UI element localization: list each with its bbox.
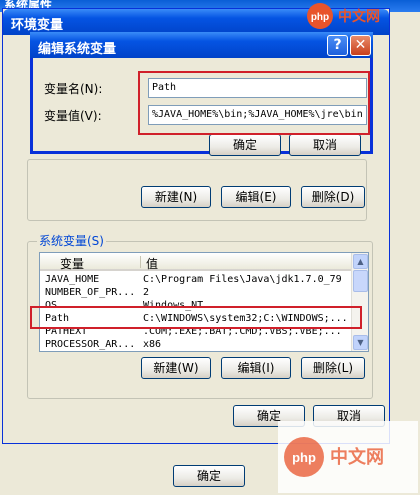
column-header-variable[interactable]: 变量	[60, 255, 84, 272]
var-name: PATHEXT	[45, 326, 88, 337]
variable-value-label: 变量值(V):	[44, 109, 102, 123]
help-icon[interactable]: ?	[327, 35, 348, 56]
svg-text:中文网: 中文网	[330, 446, 384, 468]
system-edit-button[interactable]: 编辑(I)	[221, 357, 291, 379]
system-variables-list[interactable]: 变量 值 JAVA_HOME C:\Program Files\Java\jdk…	[39, 252, 369, 352]
php-watermark-logo-large: php 中文网	[278, 421, 418, 493]
table-row[interactable]: OS Windows_NT	[40, 300, 351, 311]
var-value: C:\Program Files\Java\jdk1.7.0_79	[143, 274, 342, 285]
edit-cancel-button[interactable]: 取消	[289, 134, 361, 156]
user-new-button[interactable]: 新建(N)	[141, 186, 211, 208]
column-header-value[interactable]: 值	[146, 255, 158, 272]
user-delete-button[interactable]: 删除(D)	[301, 186, 365, 208]
table-row[interactable]: PROCESSOR_AR... x86	[40, 339, 351, 350]
var-name: PROCESSOR_AR...	[45, 339, 136, 350]
edit-dialog-titlebar: 编辑系统变量 ? ✕	[30, 32, 373, 58]
table-row[interactable]: JAVA_HOME C:\Program Files\Java\jdk1.7.0…	[40, 274, 351, 285]
table-row[interactable]: NUMBER_OF_PR... 2	[40, 287, 351, 298]
variable-name-input[interactable]: Path	[148, 78, 367, 98]
vertical-scrollbar[interactable]: ▲ ▼	[351, 253, 368, 351]
edit-ok-button[interactable]: 确定	[209, 134, 281, 156]
var-value: .COM;.EXE;.BAT;.CMD;.VBS;.VBE;...	[143, 326, 342, 337]
edit-system-variable-dialog: 编辑系统变量 ? ✕ 变量名(N): Path 变量值(V): %JAVA_HO…	[30, 32, 373, 156]
system-delete-button[interactable]: 删除(L)	[301, 357, 365, 379]
svg-text:php: php	[311, 12, 329, 23]
var-name: OS	[45, 300, 58, 311]
var-value: 2	[143, 287, 150, 298]
var-value: x86	[143, 339, 162, 350]
variable-name-label: 变量名(N):	[44, 82, 103, 96]
var-name: NUMBER_OF_PR...	[45, 287, 136, 298]
variable-value-input[interactable]: %JAVA_HOME%\bin;%JAVA_HOME%\jre\bin	[148, 105, 367, 125]
table-row[interactable]: PATHEXT .COM;.EXE;.BAT;.CMD;.VBS;.VBE;..…	[40, 326, 351, 337]
system-variables-group-label: 系统变量(S)	[37, 232, 106, 249]
var-name: JAVA_HOME	[45, 274, 100, 285]
scroll-up-icon[interactable]: ▲	[353, 254, 368, 269]
system-new-button[interactable]: 新建(W)	[141, 357, 211, 379]
user-edit-button[interactable]: 编辑(E)	[221, 186, 291, 208]
scroll-thumb[interactable]	[353, 270, 368, 292]
var-value: Windows_NT	[143, 300, 204, 311]
var-name: Path	[45, 313, 70, 324]
svg-text:中文网: 中文网	[338, 8, 380, 25]
table-row-path[interactable]: Path C:\WINDOWS\system32;C:\WINDOWS;...	[40, 313, 351, 324]
var-value: C:\WINDOWS\system32;C:\WINDOWS;...	[143, 313, 348, 324]
close-icon[interactable]: ✕	[350, 35, 371, 56]
edit-dialog-title: 编辑系统变量	[38, 42, 117, 57]
list-header: 变量 值	[40, 253, 351, 271]
environment-variables-title: 环境变量	[11, 18, 64, 33]
column-divider[interactable]	[140, 256, 141, 268]
svg-text:php: php	[292, 450, 316, 465]
scroll-down-icon[interactable]: ▼	[353, 335, 368, 350]
php-watermark-logo: php 中文网	[307, 3, 380, 29]
system-properties-ok-button[interactable]: 确定	[173, 465, 245, 487]
